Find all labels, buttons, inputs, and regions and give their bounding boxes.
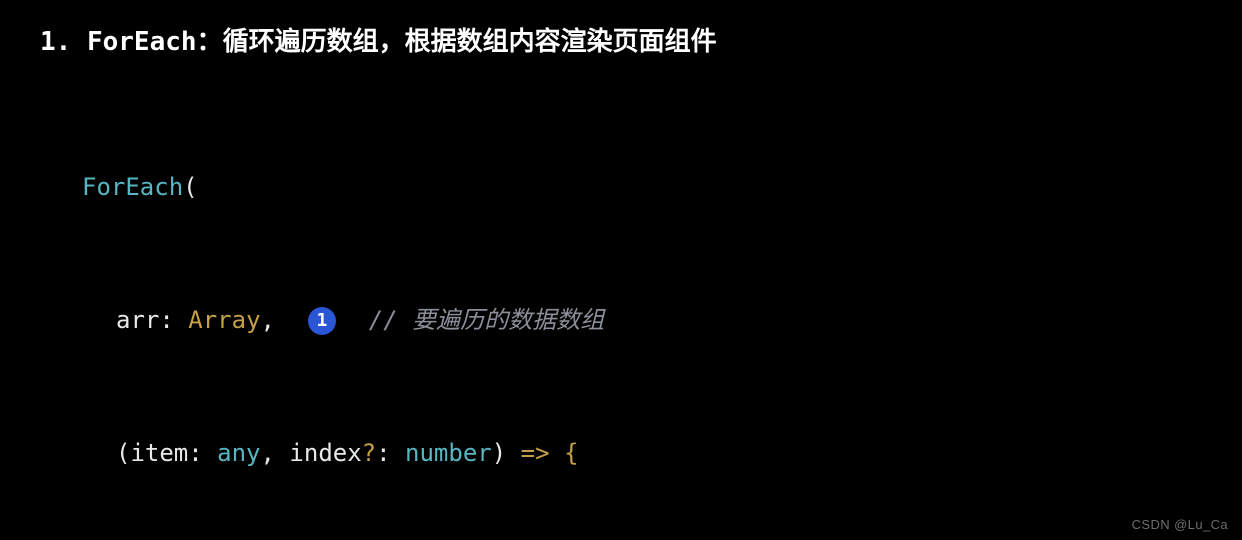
token-open-paren: (	[116, 439, 130, 467]
slide: 1. ForEach：循环遍历数组，根据数组内容渲染页面组件 ForEach( …	[0, 0, 1242, 540]
code-line-1: ForEach(	[82, 165, 1202, 209]
token-item: item	[130, 439, 188, 467]
code-line-3: (item: any, index?: number) => {	[82, 431, 1202, 475]
token-close-paren: )	[492, 439, 506, 467]
token-type-any: any	[217, 439, 260, 467]
token-comma: ,	[261, 439, 290, 467]
code-block: ForEach( arr: Array, 1 // 要遍历的数据数组 (item…	[40, 76, 1202, 540]
token-arr: arr	[116, 306, 159, 334]
heading-rest: 循环遍历数组，根据数组内容渲染页面组件	[223, 27, 717, 57]
token-colon: :	[159, 306, 188, 334]
token-optional: ?	[362, 439, 376, 467]
heading-colon: ：	[197, 27, 223, 57]
code-line-2: arr: Array, 1 // 要遍历的数据数组	[82, 298, 1202, 342]
token-type-array: Array	[188, 306, 260, 334]
heading-number: 1.	[40, 27, 87, 57]
comment-1-text: 要遍历的数据数组	[412, 306, 604, 334]
heading: 1. ForEach：循环遍历数组，根据数组内容渲染页面组件	[40, 18, 1202, 66]
token-colon: :	[188, 439, 217, 467]
token-call-foreach: ForEach	[82, 173, 183, 201]
heading-term: ForEach	[87, 27, 197, 57]
token-index: index	[289, 439, 361, 467]
token-type-number: number	[405, 439, 492, 467]
token-comma: ,	[261, 306, 275, 334]
comment-slash: //	[369, 306, 412, 334]
token-colon: :	[376, 439, 405, 467]
token-open-paren: (	[183, 173, 197, 201]
annotation-badge-1: 1	[308, 307, 336, 335]
watermark: CSDN @Lu_Ca	[1132, 517, 1228, 532]
token-open-brace: {	[564, 439, 578, 467]
token-arrow: =>	[506, 439, 564, 467]
